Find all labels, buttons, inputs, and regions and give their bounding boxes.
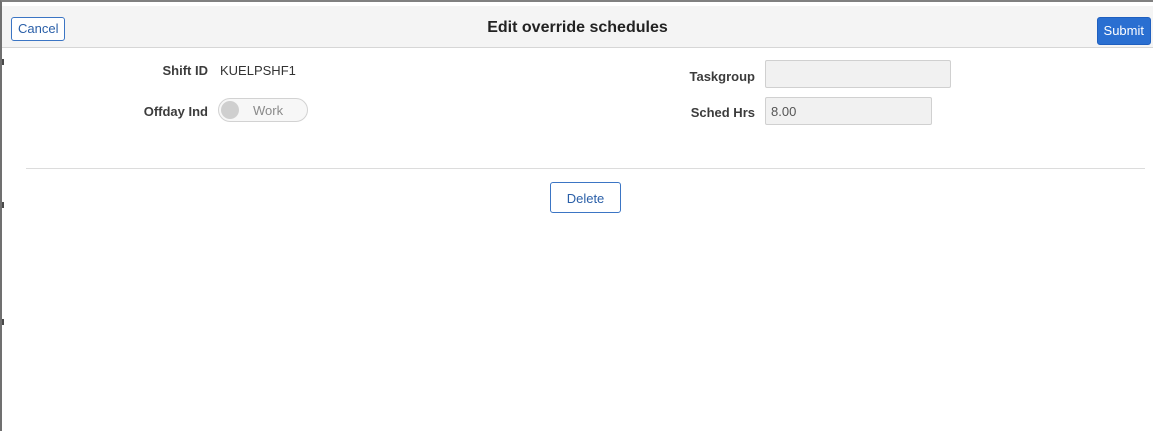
page-title: Edit override schedules (487, 19, 668, 36)
offday-ind-toggle[interactable]: Work (218, 98, 308, 122)
sched-hrs-label: Sched Hrs (690, 105, 755, 120)
cancel-button[interactable]: Cancel (11, 17, 66, 41)
shift-id-label: Shift ID (162, 63, 209, 78)
modal-window: Cancel Edit override schedules Submit Sh… (0, 0, 1153, 431)
shift-id-value: KUELPSHF1 (220, 63, 296, 78)
sched-hrs-field[interactable] (765, 97, 932, 125)
offday-ind-label: Offday Ind (143, 104, 208, 119)
edge-marker (2, 59, 4, 65)
taskgroup-field[interactable] (765, 60, 951, 88)
edge-marker (2, 202, 4, 208)
toggle-state-text: Work (253, 103, 284, 118)
section-divider (26, 168, 1145, 169)
submit-button[interactable]: Submit (1096, 17, 1151, 45)
edge-marker (2, 319, 4, 325)
modal-header: Cancel Edit override schedules Submit (2, 6, 1153, 48)
taskgroup-label: Taskgroup (689, 69, 756, 84)
toggle-knob (221, 101, 239, 119)
delete-button[interactable]: Delete (550, 182, 621, 213)
